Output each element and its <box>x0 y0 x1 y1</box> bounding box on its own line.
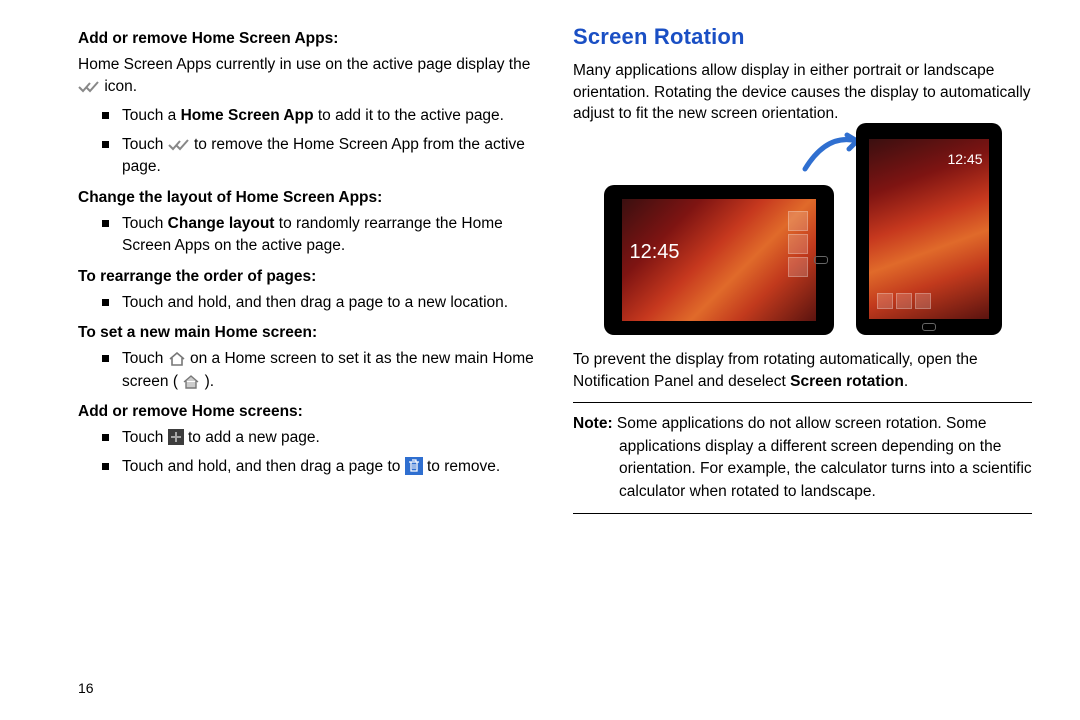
left-column: Add or remove Home Screen Apps: Home Scr… <box>78 24 537 696</box>
tile <box>788 211 808 231</box>
clock-time-portrait: 12:45 <box>947 151 982 167</box>
text: Touch <box>122 429 168 446</box>
list-item: Touch to add a new page. <box>102 427 537 449</box>
text: Touch <box>122 136 168 153</box>
divider <box>573 402 1032 403</box>
tiles-landscape <box>788 211 808 277</box>
home-outline-icon <box>168 352 186 366</box>
text: Touch a <box>122 107 181 124</box>
tile <box>915 293 931 309</box>
list-item: Touch Change layout to randomly rearrang… <box>102 213 537 258</box>
para-rotation-intro: Many applications allow display in eithe… <box>573 60 1032 125</box>
list-item: Touch and hold, and then drag a page to … <box>102 292 537 314</box>
page-number: 16 <box>78 680 94 696</box>
list-item: Touch a Home Screen App to add it to the… <box>102 105 537 127</box>
tablet-landscape: 12:45 <box>604 185 834 335</box>
manual-page: Add or remove Home Screen Apps: Home Scr… <box>0 0 1080 720</box>
plus-icon <box>168 429 184 445</box>
text: icon. <box>104 78 137 95</box>
note-block: Note: Some applications do not allow scr… <box>573 413 1032 503</box>
list-rearrange-pages: Touch and hold, and then drag a page to … <box>78 292 537 314</box>
para-prevent-rotation: To prevent the display from rotating aut… <box>573 349 1032 392</box>
list-add-remove-screens: Touch to add a new page. Touch and hold,… <box>78 427 537 478</box>
note-text: Some applications do not allow screen ro… <box>613 415 1032 499</box>
home-button-icon <box>922 323 936 331</box>
text: Touch <box>122 215 168 232</box>
heading-change-layout: Change the layout of Home Screen Apps: <box>78 189 537 207</box>
tiles-portrait <box>877 293 931 309</box>
double-check-icon <box>168 138 190 152</box>
list-item: Touch on a Home screen to set it as the … <box>102 348 537 393</box>
tile <box>896 293 912 309</box>
double-check-icon <box>78 80 100 94</box>
heading-set-main-home: To set a new main Home screen: <box>78 324 537 342</box>
rotation-illustration: 12:45 12:45 <box>573 135 1032 335</box>
heading-add-remove-apps: Add or remove Home Screen Apps: <box>78 30 537 48</box>
text: ). <box>205 373 214 390</box>
tile <box>788 234 808 254</box>
bold-text: Change layout <box>168 215 275 232</box>
text: to remove. <box>427 458 500 475</box>
divider <box>573 513 1032 514</box>
tablet-portrait: 12:45 <box>856 123 1002 335</box>
list-change-layout: Touch Change layout to randomly rearrang… <box>78 213 537 258</box>
tablet-portrait-screen: 12:45 <box>869 139 989 319</box>
right-column: Screen Rotation Many applications allow … <box>573 24 1032 696</box>
list-item: Touch to remove the Home Screen App from… <box>102 134 537 179</box>
text: To prevent the display from rotating aut… <box>573 351 978 390</box>
text: to add a new page. <box>188 429 320 446</box>
bold-text: Screen rotation <box>790 373 904 390</box>
list-add-remove-apps: Touch a Home Screen App to add it to the… <box>78 105 537 178</box>
text: Touch <box>122 350 168 367</box>
home-button-icon <box>814 256 828 264</box>
trash-icon <box>405 457 423 475</box>
section-title-screen-rotation: Screen Rotation <box>573 24 1032 50</box>
bold-text: Home Screen App <box>181 107 314 124</box>
text: Touch and hold, and then drag a page to <box>122 458 405 475</box>
note-label: Note: <box>573 415 613 432</box>
tile <box>877 293 893 309</box>
home-filled-icon <box>182 375 200 389</box>
list-item: Touch and hold, and then drag a page to … <box>102 456 537 478</box>
list-set-main-home: Touch on a Home screen to set it as the … <box>78 348 537 393</box>
text: to add it to the active page. <box>314 107 504 124</box>
tablet-landscape-screen: 12:45 <box>622 199 816 321</box>
text: Home Screen Apps currently in use on the… <box>78 56 530 73</box>
clock-time-landscape: 12:45 <box>630 241 680 264</box>
para-active-icon: Home Screen Apps currently in use on the… <box>78 54 537 97</box>
text: . <box>904 373 908 390</box>
tile <box>788 257 808 277</box>
heading-rearrange-pages: To rearrange the order of pages: <box>78 268 537 286</box>
heading-add-remove-screens: Add or remove Home screens: <box>78 403 537 421</box>
